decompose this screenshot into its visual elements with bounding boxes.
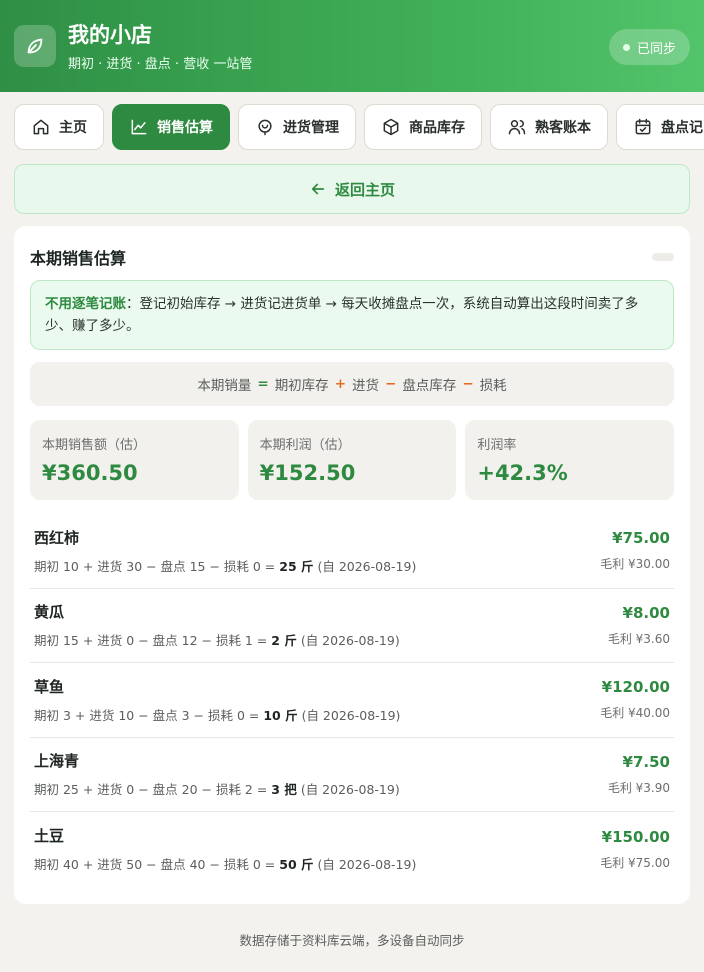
item-name: 上海青 bbox=[34, 752, 80, 771]
sync-status-badge[interactable]: 已同步 bbox=[608, 29, 690, 65]
card-title: 本期销售估算 bbox=[30, 249, 127, 268]
stat-label: 利润率 bbox=[477, 438, 517, 453]
stat-value: ¥152.50 bbox=[259, 461, 356, 485]
item-calc: 期初 15 + 进货 0 − 盘点 12 − 损耗 1 = 2 斤 (自 202… bbox=[34, 633, 400, 649]
sync-status-label: 已同步 bbox=[636, 41, 676, 57]
tab-label: 销售估算 bbox=[157, 120, 213, 136]
list-item[interactable]: 黄瓜 期初 15 + 进货 0 − 盘点 12 − 损耗 1 = 2 斤 (自 … bbox=[30, 589, 674, 663]
chart-line-icon bbox=[131, 119, 147, 135]
arrow-left-icon bbox=[311, 183, 325, 195]
item-calc: 期初 25 + 进货 0 − 盘点 20 − 损耗 2 = 3 把 (自 202… bbox=[34, 782, 400, 798]
formula-minus: − bbox=[385, 376, 397, 392]
footer-note: 数据存储于资料库云端，多设备自动同步 bbox=[239, 933, 465, 948]
item-gross-profit: 毛利 ¥40.00 bbox=[600, 706, 670, 721]
item-amount: ¥8.00 bbox=[622, 603, 670, 622]
formula-term-stocktake: 盘点库存 bbox=[402, 378, 457, 394]
tab-label: 商品库存 bbox=[409, 120, 465, 136]
formula-term-purchase: 进货 bbox=[352, 378, 379, 394]
item-gross-profit: 毛利 ¥3.90 bbox=[607, 780, 670, 795]
back-label: 返回主页 bbox=[334, 180, 395, 199]
product-list: 西红柿 期初 10 + 进货 30 − 盘点 15 − 损耗 0 = 25 斤 … bbox=[30, 514, 674, 887]
list-item[interactable]: 草鱼 期初 3 + 进货 10 − 盘点 3 − 损耗 0 = 10 斤 (自 … bbox=[30, 663, 674, 738]
tab-purchase[interactable]: 进货管理 bbox=[238, 104, 356, 150]
home-icon bbox=[33, 119, 49, 135]
shopping-bag-icon bbox=[258, 119, 272, 136]
stat-value: +42.3% bbox=[477, 461, 568, 485]
item-calc: 期初 40 + 进货 50 − 盘点 40 − 损耗 0 = 50 斤 (自 2… bbox=[34, 857, 417, 873]
stat-margin: 利润率 +42.3% bbox=[465, 420, 675, 500]
info-bold: 不用逐笔记账 bbox=[45, 296, 126, 312]
calendar-check-icon bbox=[635, 118, 651, 135]
stat-label: 本期利润（估） bbox=[259, 438, 351, 453]
stat-value: ¥360.50 bbox=[42, 461, 138, 485]
item-name: 土豆 bbox=[34, 827, 65, 846]
stat-profit: 本期利润（估） ¥152.50 bbox=[247, 420, 457, 500]
tab-stocktake[interactable]: 盘点记 bbox=[616, 104, 704, 150]
app-subtitle: 期初 · 进货 · 盘点 · 营收 一站管 bbox=[68, 56, 253, 72]
sales-estimate-card: 本期销售估算 不用逐笔记账：登记初始库存 → 进货记进货单 → 每天收摊盘点一次… bbox=[14, 226, 690, 904]
app-title: 我的小店 bbox=[68, 22, 152, 47]
item-calc: 期初 3 + 进货 10 − 盘点 3 − 损耗 0 = 10 斤 (自 202… bbox=[34, 707, 401, 723]
tab-label: 熟客账本 bbox=[535, 120, 591, 136]
info-tip: 不用逐笔记账：登记初始库存 → 进货记进货单 → 每天收摊盘点一次，系统自动算出… bbox=[30, 280, 674, 350]
leaf-logo-icon bbox=[14, 25, 56, 67]
item-amount: ¥150.00 bbox=[601, 827, 670, 846]
item-name: 黄瓜 bbox=[34, 603, 65, 622]
formula-term-loss: 损耗 bbox=[479, 378, 507, 394]
tab-label: 进货管理 bbox=[283, 120, 339, 136]
item-amount: ¥120.00 bbox=[601, 678, 670, 697]
card-collapse-handle[interactable] bbox=[652, 253, 674, 261]
users-icon bbox=[508, 120, 526, 135]
tab-sales-estimate[interactable]: 销售估算 bbox=[112, 104, 230, 150]
stat-sales: 本期销售额（估） ¥360.50 bbox=[30, 420, 239, 500]
app-header: 我的小店 期初 · 进货 · 盘点 · 营收 一站管 已同步 bbox=[0, 0, 704, 92]
formula-term-opening: 期初库存 bbox=[274, 378, 329, 394]
back-to-home-button[interactable]: 返回主页 bbox=[14, 164, 690, 214]
item-name: 西红柿 bbox=[34, 528, 80, 547]
item-calc: 期初 10 + 进货 30 − 盘点 15 − 损耗 0 = 25 斤 (自 2… bbox=[34, 558, 417, 574]
item-gross-profit: 毛利 ¥75.00 bbox=[600, 855, 670, 870]
formula-term-sales: 本期销量 bbox=[197, 378, 252, 394]
tab-home[interactable]: 主页 bbox=[14, 104, 104, 150]
sales-formula: 本期销量 = 期初库存 + 进货 − 盘点库存 − 损耗 bbox=[30, 362, 674, 406]
formula-minus: − bbox=[462, 376, 474, 392]
list-item[interactable]: 土豆 期初 40 + 进货 50 − 盘点 40 − 损耗 0 = 50 斤 (… bbox=[30, 812, 674, 887]
item-amount: ¥7.50 bbox=[622, 752, 670, 771]
list-item[interactable]: 上海青 期初 25 + 进货 0 − 盘点 20 − 损耗 2 = 3 把 (自… bbox=[30, 738, 674, 812]
formula-plus: + bbox=[334, 376, 346, 392]
tab-label: 盘点记 bbox=[661, 120, 703, 136]
box-icon bbox=[383, 118, 399, 136]
tab-inventory[interactable]: 商品库存 bbox=[364, 104, 482, 150]
item-amount: ¥75.00 bbox=[612, 529, 670, 548]
item-name: 草鱼 bbox=[34, 677, 65, 696]
tab-customers[interactable]: 熟客账本 bbox=[490, 104, 608, 150]
stat-label: 本期销售额（估） bbox=[42, 438, 147, 453]
tab-label: 主页 bbox=[59, 120, 87, 136]
item-gross-profit: 毛利 ¥30.00 bbox=[600, 557, 670, 572]
sync-dot-icon bbox=[622, 43, 630, 51]
list-item[interactable]: 西红柿 期初 10 + 进货 30 − 盘点 15 − 损耗 0 = 25 斤 … bbox=[30, 514, 674, 589]
formula-equals: = bbox=[257, 376, 269, 392]
info-text: ：登记初始库存 → 进货记进货单 → 每天收摊盘点一次，系统自动算出这段时间卖了… bbox=[45, 296, 639, 334]
main-tabs: 主页 销售估算 进货管理 商品库存 熟客账本 盘点记 bbox=[0, 92, 704, 150]
summary-stats: 本期销售额（估） ¥360.50 本期利润（估） ¥152.50 利润率 +42… bbox=[30, 420, 675, 500]
item-gross-profit: 毛利 ¥3.60 bbox=[607, 631, 670, 646]
